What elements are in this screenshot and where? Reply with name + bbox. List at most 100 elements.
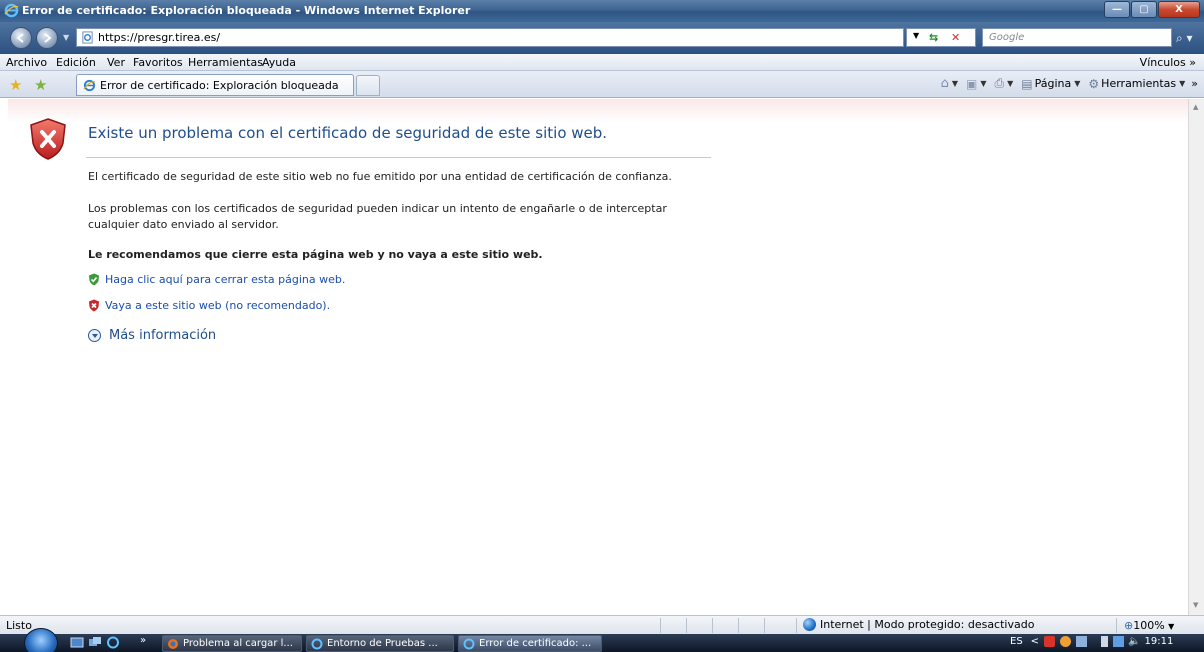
tools-menu-label: Herramientas (1101, 77, 1177, 90)
more-info-toggle[interactable]: Más información (88, 328, 216, 343)
system-tray: ES < 🔈 19:11 (1010, 636, 1173, 647)
network-icon[interactable] (1076, 636, 1088, 647)
more-info-label: Más información (109, 328, 217, 343)
scroll-up-icon[interactable]: ▲ (1193, 103, 1198, 111)
printer-icon: ⎙ (994, 76, 1005, 90)
connection-icon[interactable] (1113, 636, 1125, 647)
page-icon (82, 31, 93, 44)
home-button[interactable]: ⌂ ▼ (941, 76, 958, 91)
status-separator (1116, 618, 1117, 633)
close-page-link[interactable]: Haga clic aquí para cerrar esta página w… (88, 273, 345, 286)
taskbar-button-firefox[interactable]: Problema al cargar l... (162, 635, 302, 652)
forward-button[interactable] (36, 27, 58, 49)
ie-quicklaunch-icon[interactable] (106, 636, 120, 649)
gear-icon: ⚙ (1088, 76, 1100, 91)
menu-ver[interactable]: Ver (107, 56, 125, 69)
status-separator (686, 618, 687, 633)
close-page-link-label: Haga clic aquí para cerrar esta página w… (105, 273, 346, 286)
title-bar: Error de certificado: Exploración bloque… (0, 0, 1204, 22)
search-input[interactable]: Google (982, 28, 1172, 47)
address-bar[interactable]: https://presgr.tirea.es/ (76, 28, 904, 47)
battery-icon[interactable] (1101, 636, 1109, 647)
quicklaunch-chevron[interactable]: » (140, 635, 146, 646)
menu-herramientas[interactable]: Herramientas (188, 56, 263, 69)
menu-bar: Archivo Edición Ver Favoritos Herramient… (0, 54, 1204, 71)
zone-label: Internet | Modo protegido: desactivado (820, 618, 1035, 631)
antivirus-icon[interactable] (1044, 636, 1056, 647)
taskbar-button-label: Entorno de Pruebas ... (327, 638, 438, 649)
magnifier-icon: ⊕ (1124, 619, 1134, 632)
start-button[interactable] (24, 628, 58, 652)
search-placeholder: Google (989, 32, 1025, 43)
home-icon: ⌂ (940, 76, 949, 91)
search-icon[interactable]: ⌕ ▾ (1176, 31, 1193, 46)
warning-text: Los problemas con los certificados de se… (88, 202, 667, 231)
taskbar-button-label: Error de certificado: ... (479, 638, 592, 649)
stop-icon[interactable]: ✕ (951, 31, 960, 44)
content-top-gradient (8, 99, 1188, 123)
tab-toolbar: ★ ★ Error de certificado: Exploración bl… (0, 71, 1204, 98)
links-toolbar[interactable]: Vínculos » (1140, 56, 1196, 69)
clock: 19:11 (1144, 636, 1174, 647)
links-label: Vínculos (1139, 56, 1186, 69)
status-bar: Listo Internet | Modo protegido: desacti… (0, 615, 1204, 634)
maximize-button[interactable]: ▢ (1131, 1, 1157, 18)
taskbar-button-label: Problema al cargar l... (183, 638, 293, 649)
status-separator (712, 618, 713, 633)
favorites-center-icon[interactable]: ★ (9, 76, 22, 94)
feeds-button[interactable]: ▣ ▼ (966, 77, 987, 91)
zoom-control[interactable]: ⊕100% ▼ (1124, 619, 1174, 632)
status-separator (660, 618, 661, 633)
scroll-down-icon[interactable]: ▼ (1193, 601, 1198, 609)
ie-icon (311, 638, 323, 649)
refresh-icon[interactable]: ⇆ (929, 31, 938, 44)
ie-icon (463, 638, 475, 649)
menu-archivo[interactable]: Archivo (6, 56, 47, 69)
history-dropdown-icon[interactable]: ▼ (63, 33, 69, 42)
messenger-icon[interactable] (1060, 636, 1072, 647)
command-bar: ⌂ ▼ ▣ ▼ ⎙ ▼ ▤ Página ▼ ⚙ Herramientas ▼ » (933, 76, 1198, 91)
title-divider (86, 157, 711, 158)
expand-chevron-icon (88, 329, 101, 342)
security-zone[interactable]: Internet | Modo protegido: desactivado (803, 618, 1034, 631)
menu-edicion[interactable]: Edición (56, 56, 96, 69)
page-menu-label: Página (1034, 77, 1072, 90)
address-dropdown-icon[interactable]: ▼ (913, 31, 919, 40)
taskbar-button-ie-error[interactable]: Error de certificado: ... (458, 635, 602, 652)
show-desktop-icon[interactable] (70, 636, 84, 649)
address-toolbar: ▼ https://presgr.tirea.es/ ▼ ⇆ ✕ Google … (0, 22, 1204, 54)
menu-ayuda[interactable]: Ayuda (262, 56, 296, 69)
vertical-scrollbar[interactable]: ▲ ▼ (1188, 99, 1204, 615)
red-shield-x-icon (89, 299, 99, 312)
add-favorite-icon[interactable]: ★ (34, 76, 47, 94)
new-tab-button[interactable] (356, 75, 380, 96)
language-indicator[interactable]: ES (1010, 636, 1023, 647)
back-button[interactable] (10, 27, 32, 49)
page-title: Existe un problema con el certificado de… (88, 124, 608, 142)
volume-icon[interactable]: 🔈 (1128, 636, 1140, 647)
status-separator (738, 618, 739, 633)
arrow-left-icon (16, 33, 24, 43)
page-content: Existe un problema con el certificado de… (8, 99, 1188, 615)
close-button[interactable]: X (1158, 1, 1200, 18)
zoom-level: 100% (1133, 619, 1165, 632)
tab-label: Error de certificado: Exploración bloque… (100, 79, 339, 92)
chevron-right-icon: » (1189, 56, 1196, 69)
green-shield-check-icon (89, 273, 99, 286)
globe-icon (803, 618, 816, 631)
window-controls: — ▢ X (1103, 1, 1200, 18)
minimize-button[interactable]: — (1104, 1, 1130, 18)
taskbar-button-ie-entorno[interactable]: Entorno de Pruebas ... (306, 635, 454, 652)
more-commands-chevron-icon[interactable]: » (1191, 77, 1198, 90)
switch-windows-icon[interactable] (88, 636, 102, 649)
arrow-right-icon (44, 33, 52, 43)
tray-expand-icon[interactable]: < (1031, 636, 1039, 647)
tab-error-certificado[interactable]: Error de certificado: Exploración bloque… (76, 74, 354, 96)
tools-menu-button[interactable]: ⚙ Herramientas ▼ (1088, 77, 1185, 91)
page-menu-button[interactable]: ▤ Página ▼ (1021, 77, 1080, 91)
zoom-dropdown-icon: ▼ (1168, 622, 1175, 631)
continue-to-site-link[interactable]: Vaya a este sitio web (no recomendado). (88, 299, 330, 312)
firefox-icon (168, 638, 178, 649)
menu-favoritos[interactable]: Favoritos (133, 56, 183, 69)
print-button[interactable]: ⎙ ▼ (995, 76, 1014, 91)
